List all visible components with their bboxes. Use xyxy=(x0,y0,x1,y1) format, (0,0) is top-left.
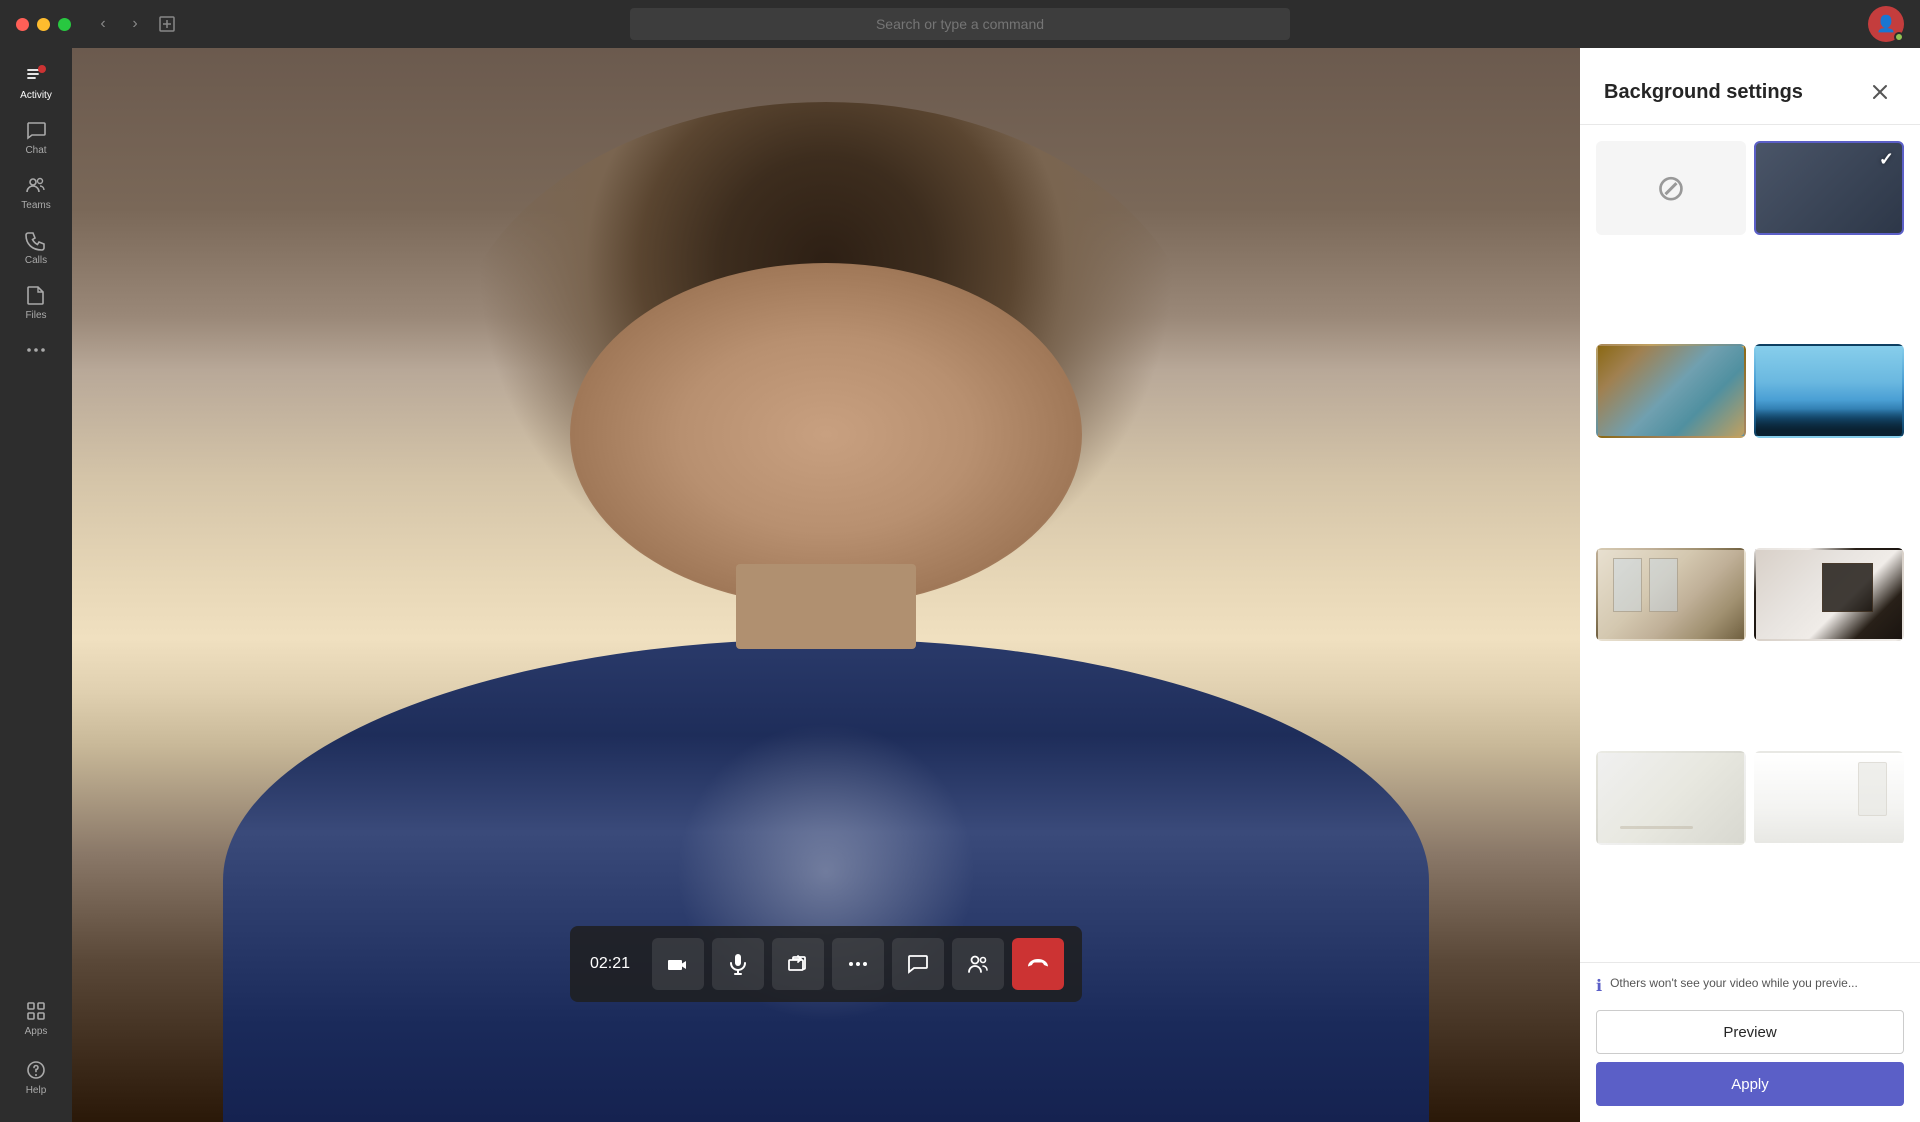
sidebar-item-files[interactable]: Files xyxy=(2,276,70,329)
no-bg-icon: ⊘ xyxy=(1656,167,1686,209)
mic-button[interactable] xyxy=(712,938,764,990)
bg-option-room1[interactable] xyxy=(1596,548,1746,642)
calls-icon xyxy=(25,229,47,251)
bg-option-white2[interactable] xyxy=(1754,751,1904,845)
files-label: Files xyxy=(25,310,46,321)
sidebar-item-chat[interactable]: Chat xyxy=(2,111,70,164)
bg-grid: ⊘ ✓ xyxy=(1580,125,1920,962)
preview-button[interactable]: Preview xyxy=(1596,1010,1904,1054)
maximize-button[interactable] xyxy=(58,18,71,31)
forward-button[interactable]: › xyxy=(123,12,147,36)
participants-button[interactable] xyxy=(952,938,1004,990)
info-icon: ℹ xyxy=(1596,976,1602,996)
help-icon xyxy=(25,1059,47,1081)
help-label: Help xyxy=(26,1085,47,1096)
bg-option-dark[interactable]: ✓ xyxy=(1754,141,1904,235)
video-area: 02:21 xyxy=(72,48,1580,1122)
apps-label: Apps xyxy=(25,1026,48,1037)
minimize-button[interactable] xyxy=(37,18,50,31)
bg-option-white1[interactable] xyxy=(1596,751,1746,845)
sidebar: Activity Chat Teams xyxy=(0,48,72,1122)
bg-panel-header: Background settings xyxy=(1580,48,1920,125)
bg-panel-title: Background settings xyxy=(1604,81,1803,104)
presence-badge xyxy=(1894,32,1904,42)
sidebar-item-activity[interactable]: Activity xyxy=(2,56,70,109)
bg-option-office[interactable] xyxy=(1596,344,1746,438)
camera-button[interactable] xyxy=(652,938,704,990)
sidebar-bottom: Apps Help xyxy=(0,992,72,1122)
avatar[interactable]: 👤 xyxy=(1868,6,1904,42)
search-bar[interactable] xyxy=(630,8,1290,40)
activity-icon xyxy=(25,64,47,86)
info-row: ℹ Others won't see your video while you … xyxy=(1596,975,1904,996)
share-button[interactable] xyxy=(772,938,824,990)
activity-label: Activity xyxy=(20,90,52,101)
bg-option-none[interactable]: ⊘ xyxy=(1596,141,1746,235)
sidebar-item-teams[interactable]: Teams xyxy=(2,166,70,219)
sidebar-item-calls[interactable]: Calls xyxy=(2,221,70,274)
files-icon xyxy=(25,284,47,306)
window-controls xyxy=(16,18,71,31)
chat-label: Chat xyxy=(25,145,46,156)
main-layout: Activity Chat Teams xyxy=(0,48,1920,1122)
close-button[interactable] xyxy=(16,18,29,31)
selected-check-icon: ✓ xyxy=(1879,149,1894,170)
titlebar: ‹ › 👤 xyxy=(0,0,1920,48)
teams-icon xyxy=(25,174,47,196)
bg-close-button[interactable] xyxy=(1864,76,1896,108)
apply-button[interactable]: Apply xyxy=(1596,1062,1904,1106)
back-button[interactable]: ‹ xyxy=(91,12,115,36)
call-timer: 02:21 xyxy=(586,955,646,973)
bg-option-room2[interactable] xyxy=(1754,548,1904,642)
search-input[interactable] xyxy=(630,16,1290,32)
nav-buttons: ‹ › xyxy=(91,12,179,36)
compose-button[interactable] xyxy=(155,12,179,36)
bg-settings-panel: Background settings ⊘ ✓ xyxy=(1580,48,1920,1122)
calls-label: Calls xyxy=(25,255,47,266)
sidebar-item-apps[interactable]: Apps xyxy=(2,992,70,1045)
teams-label: Teams xyxy=(21,200,50,211)
chat-button[interactable] xyxy=(892,938,944,990)
sidebar-item-help[interactable]: Help xyxy=(2,1051,70,1104)
apps-icon xyxy=(25,1000,47,1022)
more-button[interactable] xyxy=(832,938,884,990)
call-controls: 02:21 xyxy=(570,926,1082,1002)
chat-icon xyxy=(25,119,47,141)
more-icon xyxy=(25,339,47,361)
info-text: Others won't see your video while you pr… xyxy=(1610,975,1858,992)
sidebar-item-more[interactable] xyxy=(2,331,70,369)
end-call-button[interactable] xyxy=(1012,938,1064,990)
bg-option-sky[interactable] xyxy=(1754,344,1904,438)
bg-panel-footer: ℹ Others won't see your video while you … xyxy=(1580,962,1920,1122)
